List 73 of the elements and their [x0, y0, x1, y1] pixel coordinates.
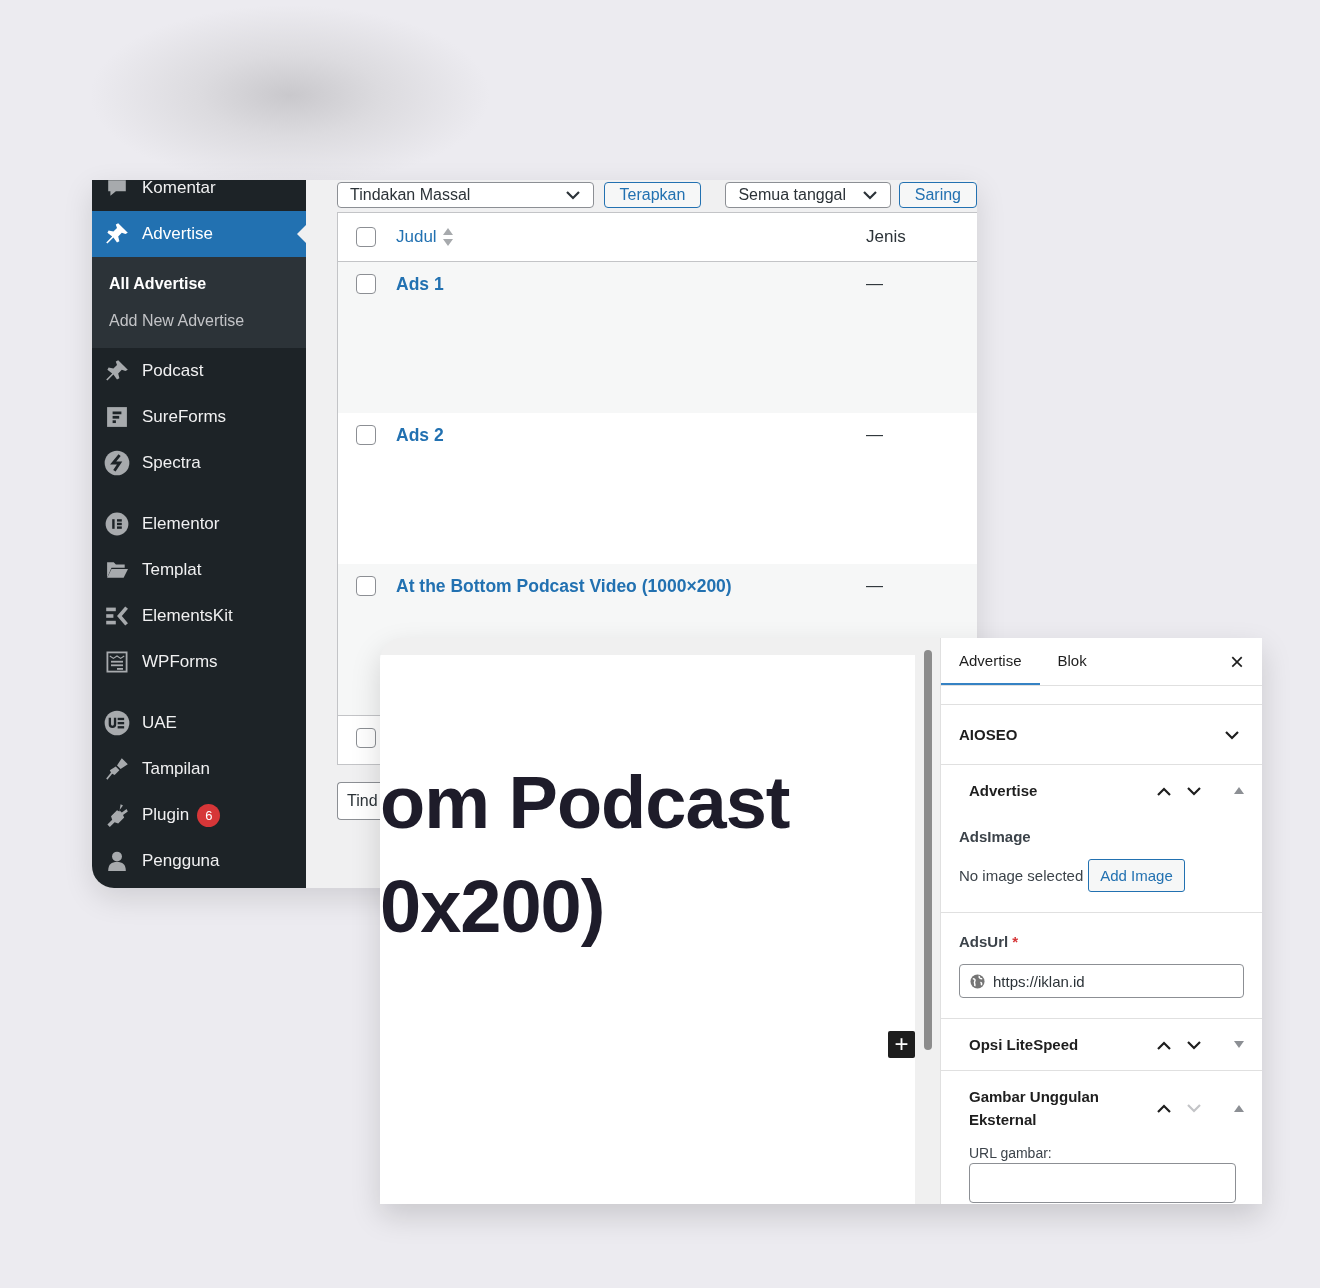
checkbox[interactable] — [355, 576, 376, 596]
circle-logo-icon — [104, 450, 130, 476]
field-label: AdsImage — [959, 828, 1032, 845]
sidebar-item[interactable]: Templat — [92, 547, 306, 593]
apply-button[interactable]: Terapkan — [603, 182, 702, 208]
required-mark: * — [1012, 933, 1019, 950]
chevron-down-icon[interactable] — [1186, 785, 1202, 796]
sidebar-item[interactable]: Advertise — [92, 211, 306, 257]
sidebar-item[interactable]: Elementor — [92, 501, 306, 547]
date-filter-select[interactable]: Semua tanggal — [725, 182, 891, 208]
sidebar-tab[interactable]: Blok — [1039, 638, 1105, 685]
sidebar-item[interactable]: Komentar — [92, 180, 306, 211]
column-sort-link[interactable]: Judul — [396, 227, 437, 247]
sidebar-item[interactable]: ElementsKit — [92, 593, 306, 639]
post-title-link[interactable]: Ads 2 — [396, 425, 444, 446]
close-button[interactable]: × — [1230, 647, 1244, 676]
submenu-item[interactable]: Add New Advertise — [92, 302, 306, 339]
column-header: Jenis — [866, 227, 906, 246]
post-title-link[interactable]: At the Bottom Podcast Video (1000×200) — [396, 576, 732, 597]
panel-toggle[interactable]: AIOSEO — [941, 705, 1262, 764]
chevron-up-icon[interactable] — [1156, 785, 1172, 796]
circle-logo-icon — [104, 710, 130, 736]
globe-icon — [970, 973, 985, 989]
pin-icon — [104, 359, 130, 383]
text-input[interactable] — [969, 1163, 1236, 1203]
triangle-down-icon[interactable] — [1234, 1041, 1244, 1048]
checkbox[interactable] — [355, 274, 376, 294]
chevron-down-icon[interactable] — [1186, 1039, 1202, 1050]
panel-title: Advertise — [969, 781, 1039, 801]
sidebar-item[interactable]: SureForms — [92, 394, 306, 440]
add-image-button[interactable]: Add Image — [1088, 859, 1185, 892]
sidebar-item[interactable]: WPForms — [92, 639, 306, 685]
sidebar-item[interactable]: Plugin 6 — [92, 792, 306, 838]
triangle-up-icon[interactable] — [1234, 787, 1244, 794]
field-label: URL gambar: — [969, 1145, 1053, 1161]
add-block-button[interactable]: + — [888, 1031, 915, 1058]
post-title-link[interactable]: Ads 1 — [396, 274, 444, 295]
pin-icon — [104, 222, 130, 246]
bulk-action-select[interactable]: Tind — [337, 782, 380, 820]
table-cell: — — [866, 425, 883, 444]
sidebar-item[interactable]: Spectra — [92, 440, 306, 486]
sidebar-item[interactable]: UAE — [92, 700, 306, 746]
plug-icon — [104, 803, 130, 827]
field-label: AdsUrl * — [959, 933, 1020, 950]
chevron-up-icon[interactable] — [1156, 1039, 1172, 1050]
url-input[interactable]: https://iklan.id — [959, 964, 1244, 998]
panel-title: Opsi LiteSpeed — [969, 1035, 1080, 1055]
panel-title: Gambar Unggulan Eksternal — [969, 1087, 1100, 1130]
form-icon — [104, 650, 130, 674]
bulk-action-select[interactable]: Tindakan Massal — [337, 182, 594, 208]
brush-icon — [104, 757, 130, 781]
scrollbar-thumb[interactable] — [923, 650, 932, 1050]
checkbox[interactable] — [355, 227, 376, 247]
checkbox[interactable] — [355, 728, 376, 748]
triangle-up-icon[interactable] — [1234, 1104, 1244, 1112]
count-badge: 6 — [197, 803, 221, 827]
sidebar-item[interactable]: Tampilan — [92, 746, 306, 792]
table-cell: — — [866, 576, 883, 595]
chevron-up-icon[interactable] — [1156, 1103, 1172, 1113]
folder-icon — [104, 559, 130, 581]
circle-logo-icon — [104, 512, 130, 536]
status-text: No image selected — [959, 867, 1084, 884]
filter-button[interactable]: Saring — [898, 182, 977, 208]
bars-chevron-icon — [104, 604, 130, 628]
post-heading: om Podcast — [380, 760, 790, 846]
sidebar-item[interactable]: Podcast — [92, 348, 306, 394]
submenu-item[interactable]: All Advertise — [92, 265, 306, 302]
sidebar-tab[interactable]: Advertise — [941, 638, 1040, 685]
checkbox[interactable] — [355, 425, 376, 445]
sidebar-item[interactable]: Pengguna — [92, 838, 306, 884]
square-logo-icon — [104, 406, 130, 428]
table-cell: — — [866, 274, 883, 293]
post-heading: 0x200) — [380, 864, 605, 950]
